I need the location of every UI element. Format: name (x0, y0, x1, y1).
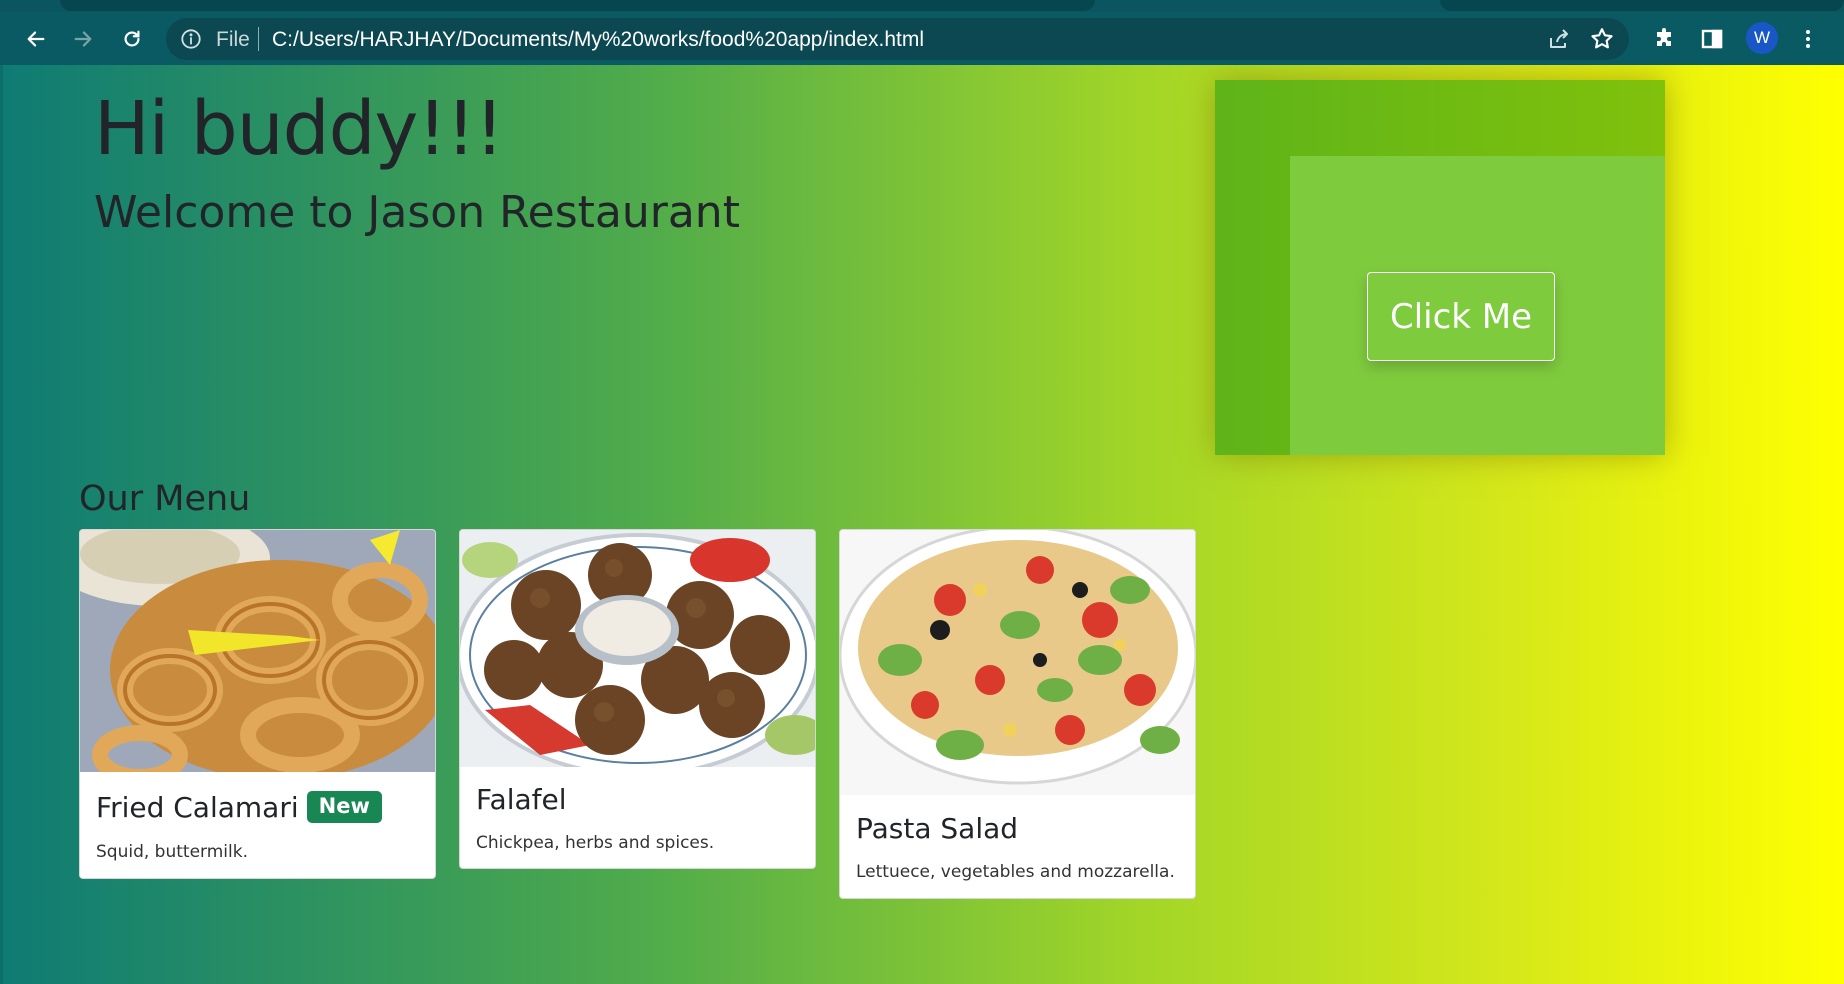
browser-toolbar: File C:/Users/HARJHAY/Documents/My%20wor… (0, 12, 1844, 65)
menu-item-name: Fried Calamari (96, 791, 299, 824)
window-edge (0, 65, 3, 984)
extensions-puzzle-icon[interactable] (1650, 25, 1678, 53)
tab-strip (0, 0, 1844, 12)
new-badge: New (306, 791, 382, 823)
menu-item-title: Falafel (476, 783, 567, 816)
address-bar[interactable]: File C:/Users/HARJHAY/Documents/My%20wor… (166, 18, 1629, 60)
hero-subtitle: Welcome to Jason Restaurant (94, 187, 740, 238)
menu-item-description: Lettuece, vegetables and mozzarella. (856, 862, 1175, 882)
falafel-image (460, 530, 815, 767)
profile-avatar[interactable]: W (1746, 22, 1778, 54)
menu-item-title: Pasta Salad (856, 812, 1019, 845)
menu-item-description: Chickpea, herbs and spices. (476, 833, 715, 853)
fried-calamari-image (80, 530, 435, 772)
side-panel-icon[interactable] (1698, 25, 1726, 53)
url-text[interactable]: C:/Users/HARJHAY/Documents/My%20works/fo… (272, 28, 924, 52)
forward-arrow-icon[interactable] (67, 23, 99, 55)
hero-title: Hi buddy!!! (94, 86, 504, 172)
click-me-button[interactable]: Click Me (1367, 272, 1555, 361)
menu-item-title: Fried Calamari New (96, 791, 382, 825)
back-arrow-icon[interactable] (20, 23, 52, 55)
page-viewport: Hi buddy!!! Welcome to Jason Restaurant … (0, 65, 1844, 984)
promo-box: Click Me (1215, 80, 1665, 455)
menu-card-fried-calamari[interactable]: Fried Calamari New Squid, buttermilk. (79, 529, 436, 879)
tab[interactable] (60, 0, 1095, 11)
more-menu-icon[interactable] (1794, 25, 1822, 53)
bookmark-star-icon[interactable] (1589, 26, 1615, 52)
tab[interactable] (1440, 0, 1844, 11)
menu-item-description: Squid, buttermilk. (96, 842, 248, 862)
file-scheme-label: File (216, 28, 250, 51)
menu-card-falafel[interactable]: Falafel Chickpea, herbs and spices. (459, 529, 816, 869)
divider (258, 27, 259, 51)
reload-icon[interactable] (116, 23, 148, 55)
menu-heading: Our Menu (79, 479, 251, 519)
pasta-salad-image (840, 530, 1195, 795)
info-icon[interactable] (180, 28, 202, 50)
share-icon[interactable] (1547, 27, 1571, 51)
promo-inner-panel: Click Me (1290, 156, 1665, 455)
menu-card-pasta-salad[interactable]: Pasta Salad Lettuece, vegetables and moz… (839, 529, 1196, 899)
